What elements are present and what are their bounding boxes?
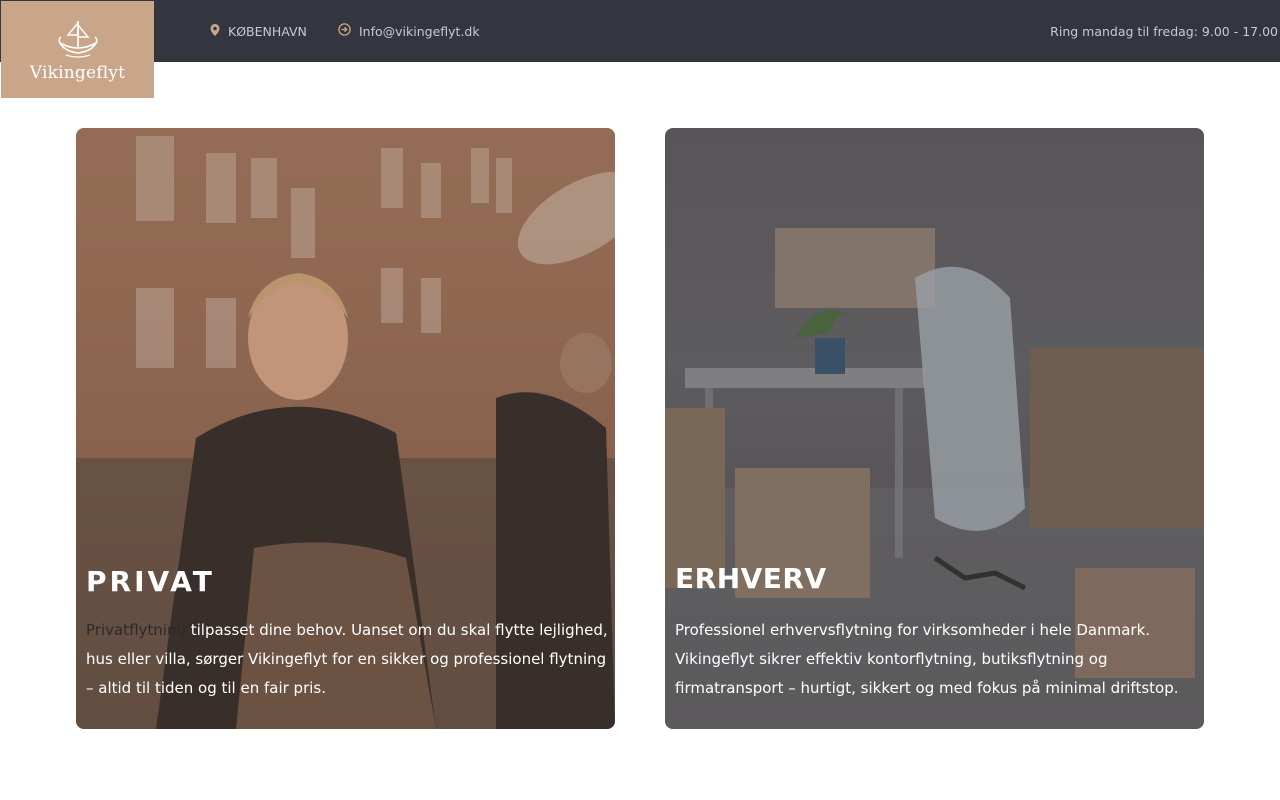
arrow-circle-right-icon [338, 23, 351, 39]
opening-hours: Ring mandag til fredag: 9.00 - 17.00 [1050, 23, 1278, 39]
card-privat[interactable]: PRIVAT Privatflytning tilpasset dine beh… [76, 128, 615, 729]
city-label: KØBENHAVN [228, 23, 307, 39]
card-erhverv[interactable]: ERHVERV Professionel erhvervsflytning fo… [665, 128, 1204, 729]
email-label: Info@vikingeflyt.dk [359, 23, 480, 39]
privatflytning-link[interactable]: Privatflytning [86, 621, 186, 639]
card-privat-text: Privatflytning tilpasset dine behov. Uan… [86, 616, 611, 703]
location-info: KØBENHAVN [210, 22, 307, 40]
viking-ship-icon [56, 17, 100, 63]
site-logo[interactable]: Vikingeflyt [1, 1, 154, 98]
top-bar: KØBENHAVN Info@vikingeflyt.dk Ring manda… [0, 0, 1280, 62]
email-link[interactable]: Info@vikingeflyt.dk [338, 22, 480, 40]
logo-text: Vikingeflyt [29, 62, 126, 83]
map-pin-icon [210, 23, 220, 39]
card-privat-title: PRIVAT [86, 565, 215, 598]
card-erhverv-text: Professionel erhvervsflytning for virkso… [675, 621, 1179, 697]
card-erhverv-title: ERHVERV [675, 562, 827, 595]
